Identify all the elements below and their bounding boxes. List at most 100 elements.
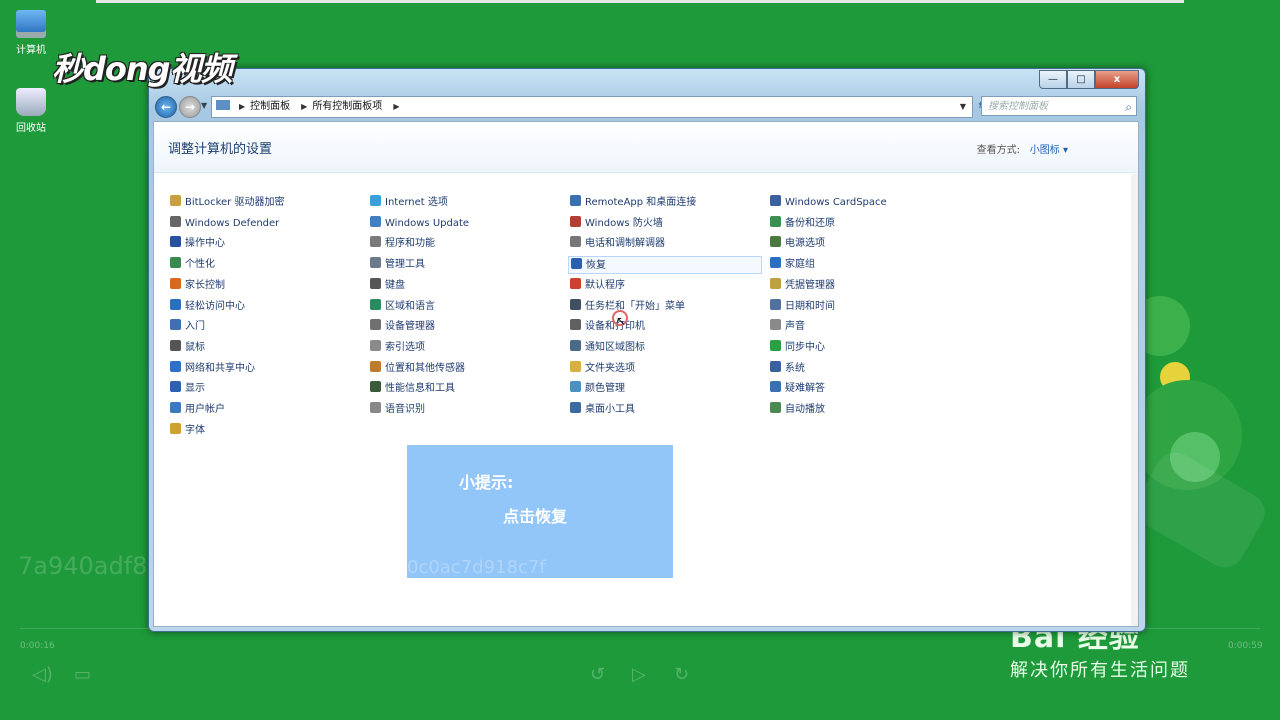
maximize-button[interactable]: □ — [1067, 70, 1095, 89]
search-placeholder: 搜索控制面板 — [988, 101, 1048, 112]
control-panel-item[interactable]: 文件夹选项 — [568, 360, 758, 378]
control-panel-item[interactable]: 入门 — [168, 318, 358, 336]
control-panel-item[interactable]: BitLocker 驱动器加密 — [168, 194, 358, 212]
subtitle-icon[interactable]: ▭ — [74, 664, 91, 685]
control-panel-item[interactable]: 通知区域图标 — [568, 339, 758, 357]
search-icon[interactable]: ⌕ — [1125, 97, 1132, 117]
back-button[interactable]: ← — [155, 96, 177, 118]
control-panel-item[interactable]: 网络和共享中心 — [168, 360, 358, 378]
item-label: 网络和共享中心 — [185, 362, 255, 374]
player-time-total: 0:00:59 — [1228, 641, 1263, 651]
control-panel-item[interactable]: 程序和功能 — [368, 235, 558, 253]
desktop-icon-label: 计算机 — [16, 45, 46, 56]
item-icon — [370, 339, 381, 351]
search-input[interactable]: 搜索控制面板 ⌕ — [981, 96, 1137, 116]
address-bar[interactable]: ▶ 控制面板 ▶ 所有控制面板项 ▶ ▼ — [211, 96, 973, 118]
control-panel-item[interactable]: 鼠标 — [168, 339, 358, 357]
item-label: Internet 选项 — [385, 197, 448, 208]
control-panel-item[interactable]: 家长控制 — [168, 277, 358, 295]
control-panel-item[interactable]: 设备和打印机 — [568, 318, 758, 336]
forward-icon[interactable]: ↻ — [674, 664, 689, 685]
control-panel-item[interactable]: 备份和还原 — [768, 215, 958, 233]
item-icon — [770, 195, 781, 206]
control-panel-item[interactable]: 轻松访问中心 — [168, 298, 358, 316]
control-panel-item[interactable]: 区域和语言 — [368, 298, 558, 316]
control-panel-item[interactable]: 位置和其他传感器 — [368, 360, 558, 378]
item-icon — [170, 236, 181, 248]
control-panel-item[interactable]: 同步中心 — [768, 339, 958, 357]
control-panel-item[interactable]: 键盘 — [368, 277, 558, 295]
history-dropdown-icon[interactable]: ▼ — [201, 101, 207, 110]
control-panel-item[interactable]: 声音 — [768, 318, 958, 336]
view-mode-dropdown[interactable]: 小图标 ▾ — [1030, 141, 1068, 156]
control-panel-item[interactable]: 自动播放 — [768, 401, 958, 419]
item-icon — [770, 360, 781, 372]
control-panel-item[interactable]: Windows Update — [368, 215, 558, 233]
item-icon — [170, 257, 181, 269]
control-panel-item[interactable]: 疑难解答 — [768, 380, 958, 398]
item-icon — [770, 319, 781, 331]
control-panel-item[interactable]: Windows CardSpace — [768, 194, 958, 212]
control-panel-item[interactable]: 个性化 — [168, 256, 358, 274]
control-panel-item[interactable]: 操作中心 — [168, 235, 358, 253]
control-panel-item[interactable]: 显示 — [168, 380, 358, 398]
item-label: 鼠标 — [185, 341, 205, 353]
breadcrumb-all-items[interactable]: 所有控制面板项 — [312, 101, 382, 112]
control-panel-item[interactable]: 默认程序 — [568, 277, 758, 295]
item-icon — [770, 402, 781, 413]
control-panel-item[interactable]: 桌面小工具 — [568, 401, 758, 419]
item-label: 用户帐户 — [185, 404, 225, 415]
volume-icon[interactable]: ◁) — [32, 664, 53, 685]
view-mode-label: 查看方式: — [976, 145, 1020, 156]
control-panel-item[interactable]: 设备管理器 — [368, 318, 558, 336]
item-label: 设备管理器 — [385, 321, 435, 333]
item-icon — [370, 360, 381, 372]
item-icon — [770, 257, 781, 269]
control-panel-item[interactable]: Windows 防火墙 — [568, 215, 758, 233]
control-panel-item[interactable]: 性能信息和工具 — [368, 380, 558, 398]
item-icon — [370, 215, 381, 227]
item-label: 备份和还原 — [785, 217, 835, 229]
item-icon — [570, 298, 581, 310]
tip-title: 小提示: — [459, 473, 514, 492]
address-dropdown-icon[interactable]: ▼ — [960, 97, 966, 117]
close-button[interactable]: x — [1095, 70, 1139, 89]
control-panel-item[interactable]: 恢复 — [568, 256, 762, 275]
item-label: 家庭组 — [785, 259, 815, 271]
scrollbar[interactable] — [1131, 174, 1138, 626]
recycle-bin-icon — [16, 88, 46, 116]
desktop-icon-recycle-bin[interactable]: 回收站 — [8, 88, 54, 134]
control-panel-item[interactable]: 系统 — [768, 360, 958, 378]
control-panel-item[interactable]: 字体 — [168, 422, 358, 440]
control-panel-item[interactable]: 任务栏和「开始」菜单 — [568, 298, 758, 316]
control-panel-item[interactable]: 管理工具 — [368, 256, 558, 274]
item-icon — [570, 236, 581, 248]
item-label: 位置和其他传感器 — [385, 362, 465, 374]
item-label: 凭据管理器 — [785, 279, 835, 291]
forward-button[interactable]: → — [179, 96, 201, 118]
control-panel-item[interactable]: 日期和时间 — [768, 298, 958, 316]
control-panel-item[interactable]: Windows Defender — [168, 215, 358, 233]
address-row: ← → ▼ ▶控制面板▶所有控制面板项▶ ▼ ⇆ 搜索控制面板 ⌕ — [153, 95, 1141, 119]
control-panel-item[interactable]: 颜色管理 — [568, 380, 758, 398]
minimize-button[interactable]: — — [1039, 70, 1067, 89]
control-panel-item[interactable]: 家庭组 — [768, 256, 958, 274]
brand-logo: 秒dong视频 — [52, 50, 233, 88]
control-panel-item[interactable]: 电话和调制解调器 — [568, 235, 758, 253]
breadcrumb-control-panel[interactable]: 控制面板 — [250, 101, 290, 112]
item-icon — [570, 339, 581, 351]
item-icon — [170, 298, 181, 310]
control-panel-item[interactable]: RemoteApp 和桌面连接 — [568, 194, 758, 212]
control-panel-item[interactable]: 电源选项 — [768, 235, 958, 253]
rewind-icon[interactable]: ↺ — [590, 664, 605, 685]
watermark-id: 7a940adf8 — [18, 552, 148, 580]
control-panel-item[interactable]: Internet 选项 — [368, 194, 558, 212]
play-icon[interactable]: ▷ — [632, 664, 646, 685]
control-panel-item[interactable]: 凭据管理器 — [768, 277, 958, 295]
control-panel-item[interactable]: 索引选项 — [368, 339, 558, 357]
control-panel-item[interactable]: 用户帐户 — [168, 401, 358, 419]
desktop-icon-computer[interactable]: 计算机 — [8, 10, 54, 56]
item-icon — [370, 402, 381, 413]
item-label: 恢复 — [586, 260, 606, 272]
control-panel-item[interactable]: 语音识别 — [368, 401, 558, 419]
